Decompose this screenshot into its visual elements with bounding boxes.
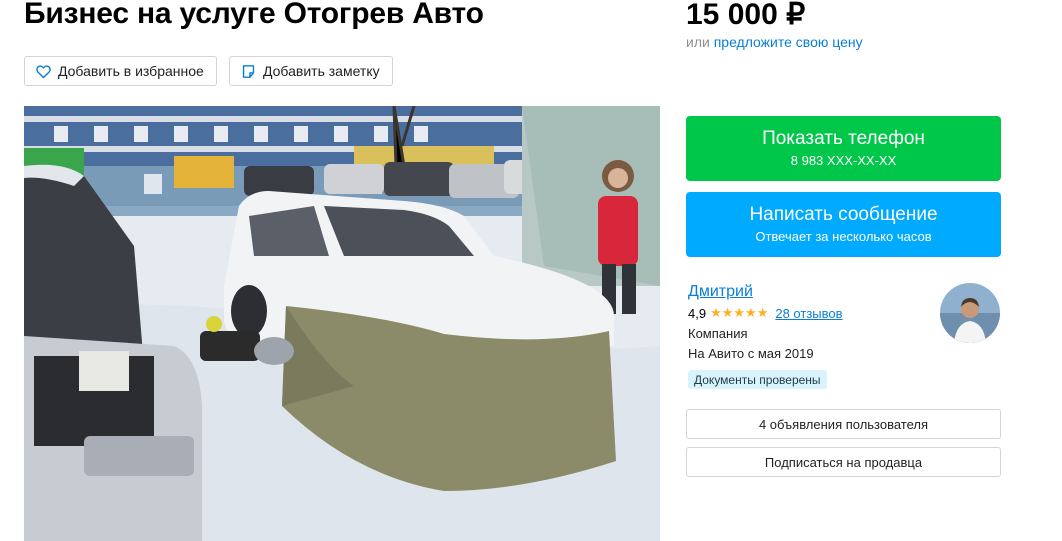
price: 15 000 ₽ [686, 0, 806, 31]
show-phone-label: Показать телефон [762, 128, 925, 149]
note-icon [242, 64, 255, 78]
add-note-label: Добавить заметку [263, 63, 380, 79]
seller-rating: 4,9 ★★★★★ 28 отзывов [688, 305, 843, 321]
add-note-button[interactable]: Добавить заметку [229, 56, 393, 86]
price-offer-prefix: или [686, 34, 710, 50]
listing-title: Бизнес на услуге Отогрев Авто [24, 0, 484, 30]
price-offer: или предложите свою цену [686, 34, 863, 50]
heart-icon [36, 64, 51, 78]
reviews-link[interactable]: 28 отзывов [775, 306, 842, 321]
listing-photo[interactable] [24, 106, 660, 541]
documents-verified-badge: Документы проверены [688, 370, 827, 389]
seller-avatar[interactable] [940, 283, 1000, 343]
seller-since: На Авито с мая 2019 [688, 346, 814, 361]
subscribe-seller-button[interactable]: Подписаться на продавца [686, 447, 1001, 477]
rating-stars-icon: ★★★★★ [710, 305, 769, 320]
write-message-label: Написать сообщение [749, 204, 938, 225]
seller-name-link[interactable]: Дмитрий [688, 283, 753, 301]
phone-masked: 8 983 XXX-XX-XX [790, 153, 897, 168]
seller-type: Компания [688, 326, 748, 341]
rating-value: 4,9 [688, 305, 707, 321]
add-to-favorites-label: Добавить в избранное [58, 63, 204, 79]
seller-listings-button[interactable]: 4 объявления пользователя [686, 409, 1001, 439]
write-message-button[interactable]: Написать сообщение Отвечает за несколько… [686, 192, 1001, 257]
show-phone-button[interactable]: Показать телефон 8 983 XXX-XX-XX [686, 116, 1001, 181]
add-to-favorites-button[interactable]: Добавить в избранное [24, 56, 217, 86]
offer-price-link[interactable]: предложите свою цену [714, 34, 863, 50]
response-time: Отвечает за несколько часов [755, 229, 932, 244]
